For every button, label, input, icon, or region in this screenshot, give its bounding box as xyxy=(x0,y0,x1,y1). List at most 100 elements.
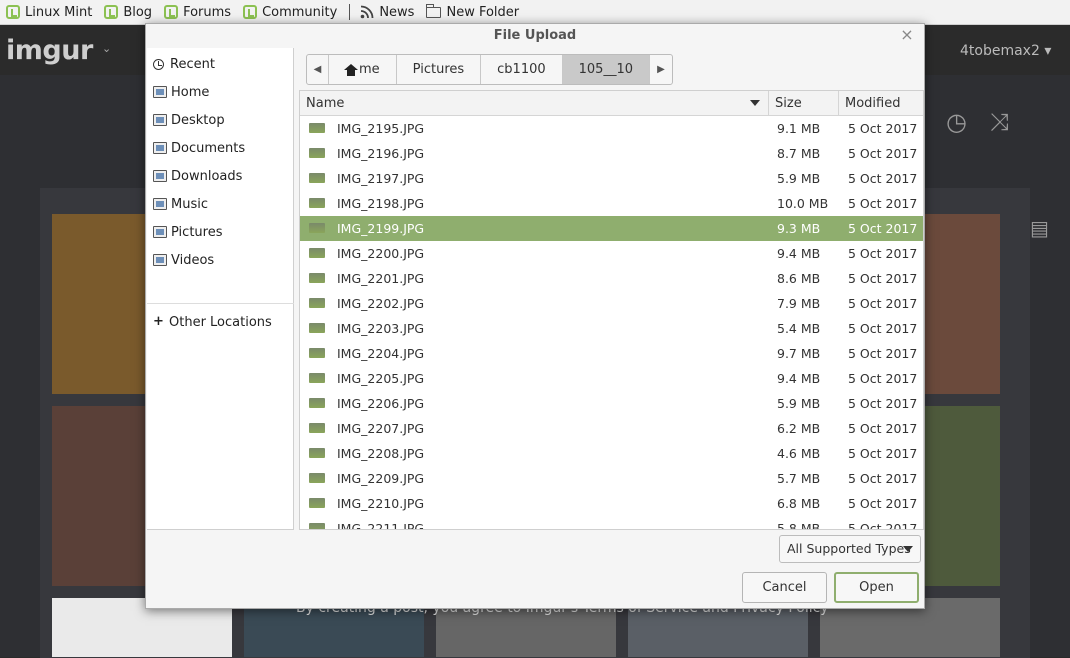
table-row[interactable]: IMG_2207.JPG 6.2 MB 5 Oct 2017 xyxy=(300,416,923,441)
sidebar-item-videos[interactable]: Videos xyxy=(153,249,214,271)
file-size: 6.2 MB xyxy=(777,421,821,436)
bookmark-label: New Folder xyxy=(446,4,520,20)
home-icon xyxy=(344,64,358,76)
image-thumbnail-icon xyxy=(309,423,325,433)
mint-icon xyxy=(164,5,179,19)
table-row[interactable]: IMG_2206.JPG 5.9 MB 5 Oct 2017 xyxy=(300,391,923,416)
column-modified[interactable]: Modified xyxy=(839,91,923,116)
path-back-button[interactable]: ◀ xyxy=(307,55,329,84)
file-list: Name Size Modified IMG_2195.JPG 9.1 MB 5 O… xyxy=(299,90,924,530)
bookmark-blog[interactable]: Blog xyxy=(104,5,152,20)
path-home-button[interactable]: me xyxy=(329,55,397,84)
bookmark-linux-mint[interactable]: Linux Mint xyxy=(6,5,92,20)
gallery-tile[interactable] xyxy=(52,214,147,394)
table-row[interactable]: IMG_2198.JPG 10.0 MB 5 Oct 2017 xyxy=(300,191,923,216)
downloads-icon xyxy=(153,170,167,182)
file-size: 9.3 MB xyxy=(777,221,821,236)
table-row[interactable]: IMG_2205.JPG 9.4 MB 5 Oct 2017 xyxy=(300,366,923,391)
username-menu[interactable]: 4tobemax2 ▾ xyxy=(960,43,1051,59)
image-thumbnail-icon xyxy=(309,448,325,458)
sort-down-icon xyxy=(750,100,760,106)
table-row[interactable]: IMG_2211.JPG 5.8 MB 5 Oct 2017 xyxy=(300,516,923,530)
table-row[interactable]: IMG_2195.JPG 9.1 MB 5 Oct 2017 xyxy=(300,116,923,141)
table-row[interactable]: IMG_2204.JPG 9.7 MB 5 Oct 2017 xyxy=(300,341,923,366)
table-row[interactable]: IMG_2197.JPG 5.9 MB 5 Oct 2017 xyxy=(300,166,923,191)
sidebar-item-label: Pictures xyxy=(171,224,223,240)
table-row[interactable]: IMG_2203.JPG 5.4 MB 5 Oct 2017 xyxy=(300,316,923,341)
open-button[interactable]: Open xyxy=(834,572,919,603)
path-pictures-button[interactable]: Pictures xyxy=(397,55,482,84)
file-size: 9.7 MB xyxy=(777,346,821,361)
image-thumbnail-icon xyxy=(309,323,325,333)
bookmark-new-folder[interactable]: New Folder xyxy=(425,3,520,20)
gallery-tile[interactable] xyxy=(925,214,1000,394)
image-thumbnail-icon xyxy=(309,148,325,158)
path-cb1100-button[interactable]: cb1100 xyxy=(481,55,563,84)
path-label: Pictures xyxy=(412,62,465,77)
table-row[interactable]: IMG_2210.JPG 6.8 MB 5 Oct 2017 xyxy=(300,491,923,516)
table-row[interactable]: IMG_2201.JPG 8.6 MB 5 Oct 2017 xyxy=(300,266,923,291)
chevron-down-icon xyxy=(903,546,913,552)
documents-icon xyxy=(153,142,167,154)
path-forward-button[interactable]: ▶ xyxy=(650,55,672,84)
bookmark-label: Forums xyxy=(183,4,232,20)
file-size: 10.0 MB xyxy=(777,196,829,211)
table-row[interactable]: IMG_2202.JPG 7.9 MB 5 Oct 2017 xyxy=(300,291,923,316)
bookmark-news[interactable]: News xyxy=(360,5,414,20)
imgur-logo[interactable]: imgur xyxy=(6,35,93,66)
image-thumbnail-icon xyxy=(309,298,325,308)
table-row[interactable]: IMG_2196.JPG 8.7 MB 5 Oct 2017 xyxy=(300,141,923,166)
path-bar: ◀ me Pictures cb1100 105__10 ▶ xyxy=(306,54,673,85)
table-row[interactable]: IMG_2199.JPG 9.3 MB 5 Oct 2017 xyxy=(300,216,923,241)
sidebar-item-other-locations[interactable]: + Other Locations xyxy=(153,311,272,333)
path-label: 105__10 xyxy=(578,62,633,77)
image-thumbnail-icon xyxy=(309,373,325,383)
file-modified: 5 Oct 2017 xyxy=(848,396,918,411)
file-size: 5.8 MB xyxy=(777,521,821,530)
bookmark-community[interactable]: Community xyxy=(243,5,337,20)
chevron-down-icon[interactable]: ⌄ xyxy=(102,42,111,55)
file-modified: 5 Oct 2017 xyxy=(848,296,918,311)
path-current-folder-button[interactable]: 105__10 xyxy=(562,55,650,84)
file-modified: 5 Oct 2017 xyxy=(848,221,918,236)
sidebar-divider xyxy=(147,303,294,304)
sidebar-item-music[interactable]: Music xyxy=(153,193,208,215)
table-row[interactable]: IMG_2209.JPG 5.7 MB 5 Oct 2017 xyxy=(300,466,923,491)
file-modified: 5 Oct 2017 xyxy=(848,271,918,286)
file-modified: 5 Oct 2017 xyxy=(848,321,918,336)
sidebar-item-downloads[interactable]: Downloads xyxy=(153,165,242,187)
file-list-header: Name Size Modified xyxy=(300,91,923,116)
shuffle-icon[interactable]: ⤨ xyxy=(990,108,1009,136)
file-name: IMG_2200.JPG xyxy=(337,246,425,261)
gallery-tile[interactable] xyxy=(925,406,1000,586)
file-modified: 5 Oct 2017 xyxy=(848,146,918,161)
image-thumbnail-icon xyxy=(309,198,325,208)
column-name[interactable]: Name xyxy=(300,91,769,116)
file-modified: 5 Oct 2017 xyxy=(848,446,918,461)
gallery-tile[interactable] xyxy=(52,406,147,586)
mint-icon xyxy=(243,5,258,19)
mint-icon xyxy=(6,5,20,19)
file-modified: 5 Oct 2017 xyxy=(848,246,918,261)
sidebar-item-desktop[interactable]: Desktop xyxy=(153,109,225,131)
image-thumbnail-icon xyxy=(309,348,325,358)
file-name: IMG_2199.JPG xyxy=(337,221,425,236)
sidebar-item-pictures[interactable]: Pictures xyxy=(153,221,222,243)
file-type-filter[interactable]: All Supported Types xyxy=(779,535,921,563)
folder-icon xyxy=(425,3,442,18)
clock-icon[interactable]: ◷ xyxy=(946,108,967,136)
sidebar-item-recent[interactable]: Recent xyxy=(153,53,215,75)
column-label: Size xyxy=(775,96,802,111)
sidebar-item-label: Videos xyxy=(171,252,215,268)
sidebar-item-home[interactable]: Home xyxy=(153,81,209,103)
bookmark-label: News xyxy=(379,4,415,20)
sidebar-item-label: Downloads xyxy=(171,168,243,184)
table-row[interactable]: IMG_2208.JPG 4.6 MB 5 Oct 2017 xyxy=(300,441,923,466)
bookmark-forums[interactable]: Forums xyxy=(164,5,231,20)
table-row[interactable]: IMG_2200.JPG 9.4 MB 5 Oct 2017 xyxy=(300,241,923,266)
sidebar-item-documents[interactable]: Documents xyxy=(153,137,245,159)
close-icon[interactable]: × xyxy=(899,27,915,43)
column-size[interactable]: Size xyxy=(769,91,839,116)
cancel-button[interactable]: Cancel xyxy=(742,572,827,603)
comment-icon[interactable]: ▤ xyxy=(1030,216,1049,240)
